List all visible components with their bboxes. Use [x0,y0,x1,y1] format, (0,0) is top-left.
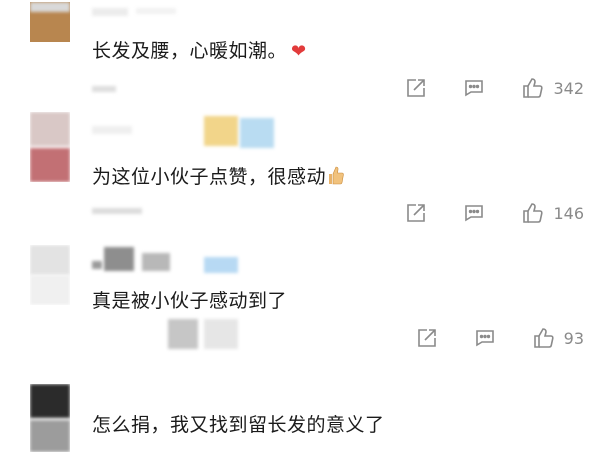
share-icon [407,204,426,222]
like-button[interactable]: 146 [521,201,584,225]
comment-meta-redacted [92,208,152,218]
reply-button[interactable] [463,77,485,99]
share-button[interactable] [405,202,427,224]
username-redacted[interactable] [92,116,282,148]
reply-button[interactable] [474,327,496,349]
comment-actions: 93 [380,326,584,350]
comment-meta-redacted [92,319,238,349]
comment-text: 为这位小伙子点赞，很感动 [92,162,344,190]
comment-meta-redacted [92,86,152,96]
share-icon [407,79,426,97]
avatar[interactable] [30,245,70,305]
comment-icon [465,80,484,97]
avatar[interactable] [30,384,70,452]
like-count: 342 [553,78,584,98]
comment-item: 真是被小伙子感动到了 93 [0,235,600,365]
like-count: 146 [553,203,584,223]
like-button[interactable]: 342 [521,76,584,100]
thumbs-up-icon [533,328,554,348]
heart-emoji: ❤ [291,41,307,62]
comment-item: 怎么捐，我又找到留长发的意义了 [0,380,600,452]
comment-actions: 146 [369,201,584,225]
comment-text: 长发及腰，心暖如潮。 ❤ [92,40,307,62]
avatar[interactable] [30,112,70,182]
comment-icon [475,330,494,347]
share-button[interactable] [416,327,438,349]
avatar[interactable] [30,2,70,42]
comment-icon [465,205,484,222]
like-button[interactable]: 93 [532,326,584,350]
thumbs-up-icon [523,78,544,98]
comment-item: 为这位小伙子点赞，很感动 146 [0,110,600,230]
comment-text: 真是被小伙子感动到了 [92,290,288,312]
share-icon [417,329,436,347]
comment-list: 长发及腰，心暖如潮。 ❤ 342 为这位小伙子点赞，很感动 146 真是被小伙子… [0,0,600,452]
comment-text: 怎么捐，我又找到留长发的意义了 [92,414,385,436]
comment-actions: 342 [369,76,584,100]
reply-button[interactable] [463,202,485,224]
thumbs-up-emoji [328,165,344,190]
like-count: 93 [563,328,584,348]
share-button[interactable] [405,77,427,99]
thumbs-up-icon [523,203,544,223]
username-redacted[interactable] [92,247,252,273]
username-redacted[interactable] [92,8,202,26]
comment-item: 长发及腰，心暖如潮。 ❤ 342 [0,0,600,110]
